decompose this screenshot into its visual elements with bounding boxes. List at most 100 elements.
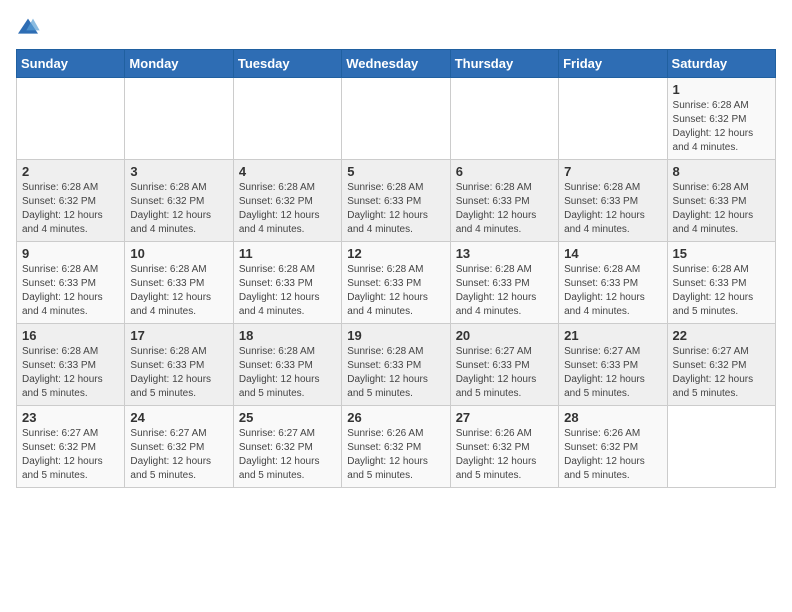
day-cell: 4 Sunrise: 6:28 AM Sunset: 6:32 PM Daylig… xyxy=(233,160,341,242)
day-cell: 9 Sunrise: 6:28 AM Sunset: 6:33 PM Daylig… xyxy=(17,242,125,324)
day-info: Sunrise: 6:28 AM Sunset: 6:33 PM Dayligh… xyxy=(564,181,661,237)
day-number: 6 xyxy=(456,164,553,179)
day-info: Sunrise: 6:27 AM Sunset: 6:32 PM Dayligh… xyxy=(130,427,227,483)
week-row-1: 1 Sunrise: 6:28 AM Sunset: 6:32 PM Daylig… xyxy=(17,78,776,160)
day-info: Sunrise: 6:28 AM Sunset: 6:33 PM Dayligh… xyxy=(239,345,336,401)
day-number: 11 xyxy=(239,246,336,261)
week-row-5: 23 Sunrise: 6:27 AM Sunset: 6:32 PM Dayli… xyxy=(17,406,776,488)
day-number: 17 xyxy=(130,328,227,343)
day-number: 24 xyxy=(130,410,227,425)
day-number: 22 xyxy=(673,328,770,343)
day-info: Sunrise: 6:28 AM Sunset: 6:32 PM Dayligh… xyxy=(673,99,770,155)
day-number: 1 xyxy=(673,82,770,97)
day-info: Sunrise: 6:28 AM Sunset: 6:33 PM Dayligh… xyxy=(673,181,770,237)
day-number: 14 xyxy=(564,246,661,261)
day-cell: 15Sunrise: 6:28 AM Sunset: 6:33 PM Dayli… xyxy=(667,242,775,324)
col-header-sunday: Sunday xyxy=(17,50,125,78)
day-info: Sunrise: 6:27 AM Sunset: 6:32 PM Dayligh… xyxy=(239,427,336,483)
day-number: 8 xyxy=(673,164,770,179)
day-info: Sunrise: 6:26 AM Sunset: 6:32 PM Dayligh… xyxy=(564,427,661,483)
col-header-wednesday: Wednesday xyxy=(342,50,450,78)
week-row-4: 16 Sunrise: 6:28 AM Sunset: 6:33 PM Dayli… xyxy=(17,324,776,406)
day-cell: 1 Sunrise: 6:28 AM Sunset: 6:32 PM Daylig… xyxy=(667,78,775,160)
day-info: Sunrise: 6:27 AM Sunset: 6:32 PM Dayligh… xyxy=(22,427,119,483)
day-number: 20 xyxy=(456,328,553,343)
day-number: 25 xyxy=(239,410,336,425)
day-cell: 19 Sunrise: 6:28 AM Sunset: 6:33 PM Dayli… xyxy=(342,324,450,406)
day-cell xyxy=(342,78,450,160)
day-info: Sunrise: 6:28 AM Sunset: 6:33 PM Dayligh… xyxy=(22,345,119,401)
day-cell: 22Sunrise: 6:27 AM Sunset: 6:32 PM Dayli… xyxy=(667,324,775,406)
day-cell xyxy=(450,78,558,160)
col-header-thursday: Thursday xyxy=(450,50,558,78)
day-cell: 18 Sunrise: 6:28 AM Sunset: 6:33 PM Dayli… xyxy=(233,324,341,406)
day-number: 18 xyxy=(239,328,336,343)
day-cell xyxy=(17,78,125,160)
day-cell: 12 Sunrise: 6:28 AM Sunset: 6:33 PM Dayli… xyxy=(342,242,450,324)
day-info: Sunrise: 6:27 AM Sunset: 6:33 PM Dayligh… xyxy=(564,345,661,401)
day-number: 7 xyxy=(564,164,661,179)
day-cell: 26 Sunrise: 6:26 AM Sunset: 6:32 PM Dayli… xyxy=(342,406,450,488)
col-header-tuesday: Tuesday xyxy=(233,50,341,78)
day-number: 10 xyxy=(130,246,227,261)
day-cell: 17 Sunrise: 6:28 AM Sunset: 6:33 PM Dayli… xyxy=(125,324,233,406)
day-info: Sunrise: 6:28 AM Sunset: 6:33 PM Dayligh… xyxy=(456,263,553,319)
day-cell: 25 Sunrise: 6:27 AM Sunset: 6:32 PM Dayli… xyxy=(233,406,341,488)
day-cell: 24 Sunrise: 6:27 AM Sunset: 6:32 PM Dayli… xyxy=(125,406,233,488)
day-cell: 27Sunrise: 6:26 AM Sunset: 6:32 PM Dayli… xyxy=(450,406,558,488)
day-number: 12 xyxy=(347,246,444,261)
day-number: 27 xyxy=(456,410,553,425)
day-cell: 20 Sunrise: 6:27 AM Sunset: 6:33 PM Dayli… xyxy=(450,324,558,406)
day-number: 19 xyxy=(347,328,444,343)
col-header-monday: Monday xyxy=(125,50,233,78)
day-number: 4 xyxy=(239,164,336,179)
day-info: Sunrise: 6:28 AM Sunset: 6:33 PM Dayligh… xyxy=(130,345,227,401)
day-info: Sunrise: 6:28 AM Sunset: 6:32 PM Dayligh… xyxy=(239,181,336,237)
day-info: Sunrise: 6:28 AM Sunset: 6:33 PM Dayligh… xyxy=(456,181,553,237)
header xyxy=(16,16,776,37)
logo xyxy=(16,16,44,37)
logo-icon xyxy=(16,17,40,37)
day-cell xyxy=(125,78,233,160)
week-row-3: 9 Sunrise: 6:28 AM Sunset: 6:33 PM Daylig… xyxy=(17,242,776,324)
col-header-saturday: Saturday xyxy=(667,50,775,78)
day-number: 2 xyxy=(22,164,119,179)
day-number: 26 xyxy=(347,410,444,425)
day-info: Sunrise: 6:28 AM Sunset: 6:33 PM Dayligh… xyxy=(347,345,444,401)
day-cell: 2 Sunrise: 6:28 AM Sunset: 6:32 PM Daylig… xyxy=(17,160,125,242)
day-number: 16 xyxy=(22,328,119,343)
day-cell: 8 Sunrise: 6:28 AM Sunset: 6:33 PM Daylig… xyxy=(667,160,775,242)
day-cell: 28 Sunrise: 6:26 AM Sunset: 6:32 PM Dayli… xyxy=(559,406,667,488)
day-cell: 23 Sunrise: 6:27 AM Sunset: 6:32 PM Dayli… xyxy=(17,406,125,488)
day-info: Sunrise: 6:28 AM Sunset: 6:32 PM Dayligh… xyxy=(130,181,227,237)
day-cell: 13 Sunrise: 6:28 AM Sunset: 6:33 PM Dayli… xyxy=(450,242,558,324)
day-info: Sunrise: 6:27 AM Sunset: 6:33 PM Dayligh… xyxy=(456,345,553,401)
day-cell: 3 Sunrise: 6:28 AM Sunset: 6:32 PM Daylig… xyxy=(125,160,233,242)
col-header-friday: Friday xyxy=(559,50,667,78)
day-number: 23 xyxy=(22,410,119,425)
day-cell: 14 Sunrise: 6:28 AM Sunset: 6:33 PM Dayli… xyxy=(559,242,667,324)
calendar-header-row: SundayMondayTuesdayWednesdayThursdayFrid… xyxy=(17,50,776,78)
day-cell: 16 Sunrise: 6:28 AM Sunset: 6:33 PM Dayli… xyxy=(17,324,125,406)
day-info: Sunrise: 6:26 AM Sunset: 6:32 PM Dayligh… xyxy=(347,427,444,483)
day-cell: 6 Sunrise: 6:28 AM Sunset: 6:33 PM Daylig… xyxy=(450,160,558,242)
day-info: Sunrise: 6:28 AM Sunset: 6:33 PM Dayligh… xyxy=(347,181,444,237)
calendar: SundayMondayTuesdayWednesdayThursdayFrid… xyxy=(16,49,776,488)
day-info: Sunrise: 6:28 AM Sunset: 6:33 PM Dayligh… xyxy=(22,263,119,319)
week-row-2: 2 Sunrise: 6:28 AM Sunset: 6:32 PM Daylig… xyxy=(17,160,776,242)
day-info: Sunrise: 6:28 AM Sunset: 6:32 PM Dayligh… xyxy=(22,181,119,237)
day-number: 21 xyxy=(564,328,661,343)
day-cell: 11 Sunrise: 6:28 AM Sunset: 6:33 PM Dayli… xyxy=(233,242,341,324)
day-info: Sunrise: 6:28 AM Sunset: 6:33 PM Dayligh… xyxy=(347,263,444,319)
day-number: 9 xyxy=(22,246,119,261)
day-cell: 10Sunrise: 6:28 AM Sunset: 6:33 PM Dayli… xyxy=(125,242,233,324)
day-number: 15 xyxy=(673,246,770,261)
day-cell xyxy=(667,406,775,488)
day-info: Sunrise: 6:28 AM Sunset: 6:33 PM Dayligh… xyxy=(564,263,661,319)
day-info: Sunrise: 6:28 AM Sunset: 6:33 PM Dayligh… xyxy=(239,263,336,319)
day-cell: 21 Sunrise: 6:27 AM Sunset: 6:33 PM Dayli… xyxy=(559,324,667,406)
day-number: 3 xyxy=(130,164,227,179)
day-number: 28 xyxy=(564,410,661,425)
day-number: 13 xyxy=(456,246,553,261)
day-cell: 7 Sunrise: 6:28 AM Sunset: 6:33 PM Daylig… xyxy=(559,160,667,242)
